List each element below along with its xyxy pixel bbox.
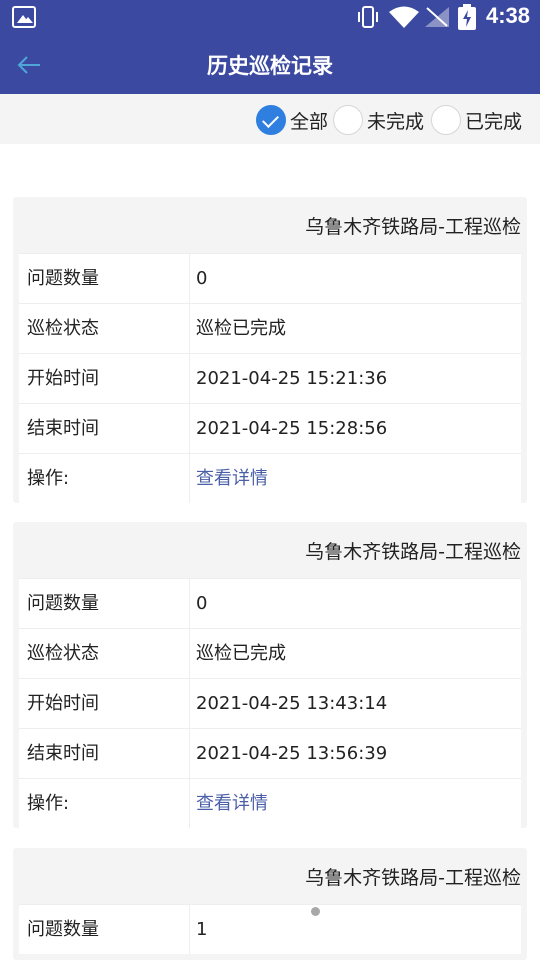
row-value: 0 [196, 593, 208, 614]
row-value: 1 [196, 919, 208, 940]
row-key: 开始时间 [19, 679, 190, 728]
row-key: 结束时间 [19, 729, 190, 778]
scroll-indicator [311, 907, 320, 916]
filter-complete[interactable]: 已完成 [431, 105, 522, 135]
radio-unchecked-icon[interactable] [431, 105, 461, 135]
row-key: 问题数量 [19, 254, 190, 303]
record-card[interactable]: 乌鲁木齐铁路局-工程巡检 问题数量 0 巡检状态 巡检已完成 开始时间 2021… [13, 197, 527, 503]
row-key: 开始时间 [19, 354, 190, 403]
row-key: 操作: [19, 779, 190, 828]
record-row: 问题数量 0 [19, 578, 521, 628]
row-value: 巡检已完成 [196, 643, 286, 664]
record-row: 问题数量 0 [19, 253, 521, 303]
row-value: 0 [196, 268, 208, 289]
record-card[interactable]: 乌鲁木齐铁路局-工程巡检 问题数量 1 [13, 848, 527, 960]
view-details-link[interactable]: 查看详情 [190, 454, 521, 503]
filter-all-label: 全部 [290, 110, 329, 133]
vibrate-icon [358, 6, 378, 28]
row-value: 2021-04-25 13:43:14 [196, 693, 388, 714]
clock: 4:38 [486, 3, 531, 28]
record-title: 乌鲁木齐铁路局-工程巡检 [305, 541, 521, 563]
filter-incomplete[interactable]: 未完成 [333, 105, 424, 135]
record-row: 开始时间 2021-04-25 15:21:36 [19, 353, 521, 403]
row-value: 2021-04-25 13:56:39 [196, 743, 388, 764]
page-title: 历史巡检记录 [207, 54, 333, 78]
signal-icon [425, 7, 449, 27]
record-row: 操作: 查看详情 [19, 778, 521, 828]
wifi-icon [389, 6, 419, 28]
status-bar: 4:38 [0, 0, 540, 36]
row-value: 2021-04-25 15:28:56 [196, 418, 388, 439]
row-value: 2021-04-25 15:21:36 [196, 368, 388, 389]
record-row: 结束时间 2021-04-25 13:56:39 [19, 728, 521, 778]
row-key: 问题数量 [19, 905, 190, 954]
row-key: 巡检状态 [19, 629, 190, 678]
row-key: 巡检状态 [19, 304, 190, 353]
gallery-icon [12, 6, 36, 28]
record-row: 巡检状态 巡检已完成 [19, 303, 521, 353]
view-details-link[interactable]: 查看详情 [190, 779, 521, 828]
record-row: 开始时间 2021-04-25 13:43:14 [19, 678, 521, 728]
record-card[interactable]: 乌鲁木齐铁路局-工程巡检 问题数量 0 巡检状态 巡检已完成 开始时间 2021… [13, 522, 527, 828]
radio-checked-icon[interactable] [256, 105, 286, 135]
filter-bar: 全部 未完成 已完成 [0, 94, 540, 144]
record-row: 结束时间 2021-04-25 15:28:56 [19, 403, 521, 453]
radio-unchecked-icon[interactable] [333, 105, 363, 135]
app-bar: 历史巡检记录 [0, 36, 540, 94]
record-row: 操作: 查看详情 [19, 453, 521, 503]
record-title: 乌鲁木齐铁路局-工程巡检 [305, 867, 521, 889]
record-title: 乌鲁木齐铁路局-工程巡检 [305, 216, 521, 238]
filter-incomplete-label: 未完成 [367, 110, 425, 133]
record-row: 问题数量 1 [19, 904, 521, 954]
filter-all[interactable]: 全部 [256, 105, 328, 135]
row-key: 操作: [19, 454, 190, 503]
row-value: 巡检已完成 [196, 318, 286, 339]
row-key: 结束时间 [19, 404, 190, 453]
record-row: 巡检状态 巡检已完成 [19, 628, 521, 678]
row-key: 问题数量 [19, 579, 190, 628]
battery-charging-icon [458, 4, 476, 30]
filter-complete-label: 已完成 [465, 110, 523, 133]
